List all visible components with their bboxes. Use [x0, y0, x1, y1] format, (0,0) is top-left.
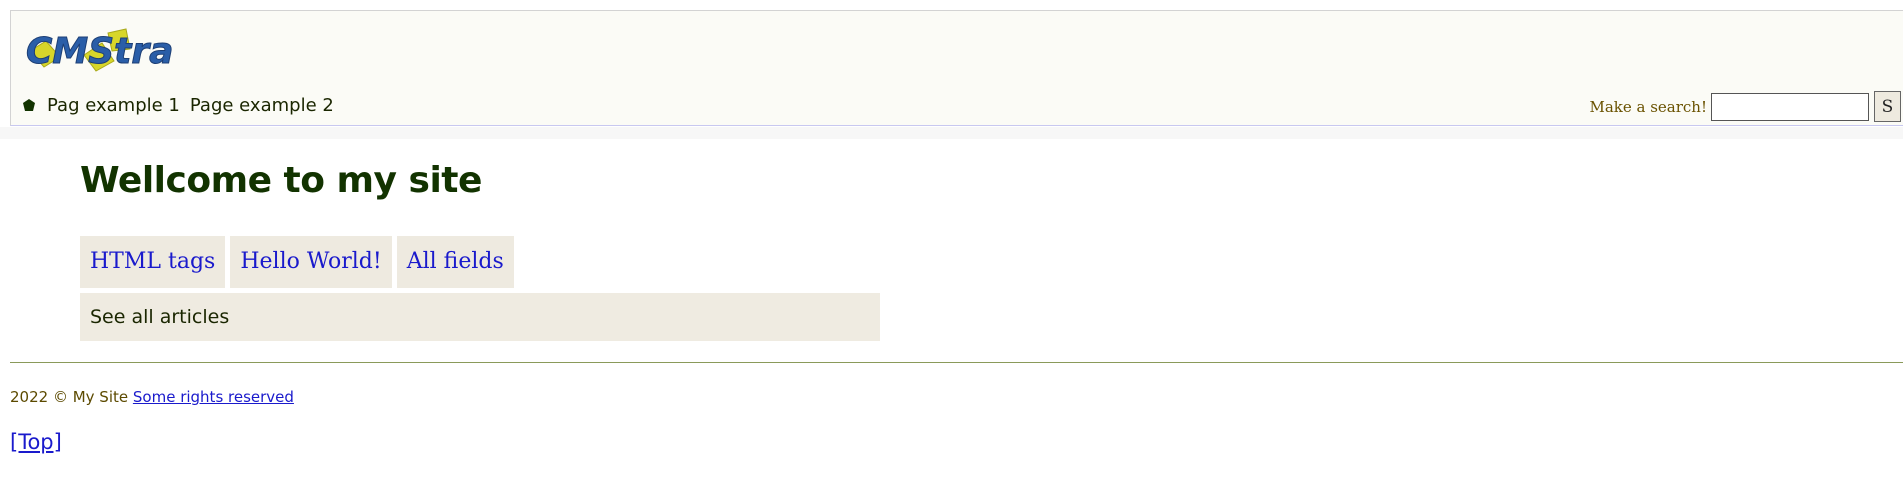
tag-hello-world[interactable]: Hello World!: [230, 236, 392, 288]
search-button[interactable]: S: [1874, 91, 1901, 122]
copyright-text: 2022 © My Site: [10, 388, 129, 406]
nav-bullet-icon: [23, 99, 35, 111]
logo-graphic: CMStra: [26, 28, 172, 73]
main-nav: Pag example 1 Page example 2: [23, 92, 344, 118]
site-logo[interactable]: CMStra: [22, 21, 172, 79]
see-all-articles-link[interactable]: See all articles: [80, 293, 880, 341]
footer-divider: [10, 362, 1903, 363]
back-to-top-link[interactable]: [Top]: [10, 430, 62, 454]
footer: 2022 © My Site Some rights reserved: [10, 388, 294, 406]
search-input[interactable]: [1711, 92, 1869, 121]
search-label: Make a search!: [1589, 97, 1707, 116]
search-form: Make a search! S: [1589, 91, 1901, 122]
page-title: Wellcome to my site: [80, 160, 482, 201]
header-shadow-band: [0, 127, 1903, 139]
nav-link-page-example-2[interactable]: Page example 2: [190, 95, 334, 116]
tag-list: HTML tags Hello World! All fields: [80, 236, 519, 288]
site-header: CMStra Pag example 1 Page example 2 Make…: [10, 10, 1903, 126]
logo-text: CMStra: [26, 31, 172, 72]
rights-link[interactable]: Some rights reserved: [133, 388, 294, 406]
nav-link-page-example-1[interactable]: Pag example 1: [47, 95, 180, 116]
tag-html-tags[interactable]: HTML tags: [80, 236, 226, 288]
tag-all-fields[interactable]: All fields: [396, 236, 514, 288]
